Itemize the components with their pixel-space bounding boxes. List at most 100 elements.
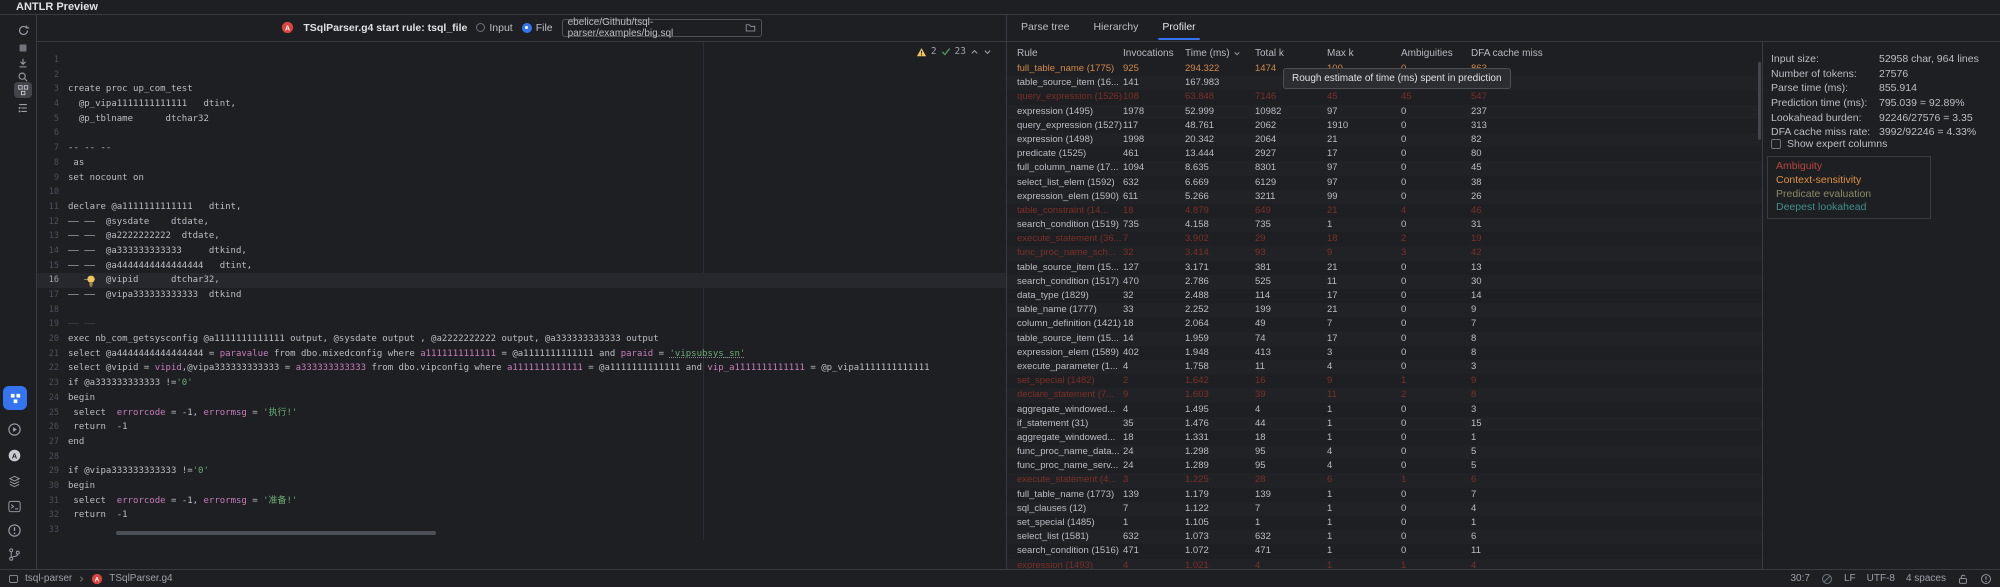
services-layers-icon[interactable] — [5, 472, 23, 490]
file-path-value[interactable]: ebelice/Github/tsql-parser/examples/big.… — [568, 17, 745, 39]
profiler-row[interactable]: table_source_item (15...1273.17138121013 — [1007, 261, 1763, 275]
profiler-row[interactable]: func_proc_name_sch...323.414939342 — [1007, 246, 1763, 260]
refresh-icon[interactable] — [14, 22, 32, 38]
editor-line[interactable]: 16 —— @vipid dtchar32, — [37, 273, 1006, 288]
column-header[interactable]: DFA cache miss — [1471, 48, 1763, 59]
run-toolwindow-icon[interactable] — [5, 420, 23, 438]
chevron-down-icon[interactable] — [983, 48, 992, 56]
profiler-row[interactable]: select_list_elem (1592)6326.669612997038 — [1007, 176, 1763, 190]
editor-line[interactable]: 6 — [37, 126, 1006, 141]
editor-line[interactable]: 20exec nb_com_getsysconfig @a11111111111… — [37, 332, 1006, 347]
profiler-row[interactable]: data_type (1829)322.48811417014 — [1007, 289, 1763, 303]
editor-line[interactable]: 26 return -1 — [37, 420, 1006, 435]
editor-line[interactable]: 29if @vipa333333333333 !='0' — [37, 464, 1006, 479]
editor-line[interactable]: 22select @vipid = vipid,@vipa33333333333… — [37, 361, 1006, 376]
column-header[interactable]: Rule — [1017, 48, 1123, 59]
notifications-icon[interactable] — [1980, 573, 1992, 585]
profiler-row[interactable]: query_expression (1527)11748.76120621910… — [1007, 119, 1763, 133]
editor-line[interactable]: 19—— —— — [37, 317, 1006, 332]
folder-icon[interactable] — [745, 22, 756, 33]
editor-line[interactable]: 14—— —— @a333333333333 dtkind, — [37, 244, 1006, 259]
breadcrumb-file[interactable]: TSqlParser.g4 — [109, 573, 172, 584]
editor-line[interactable]: 12—— —— @sysdate dtdate, — [37, 215, 1006, 230]
profiler-row[interactable]: execute_statement (4...31.22528616 — [1007, 473, 1763, 487]
profiler-row[interactable]: expression_elem (1590)6115.266321199026 — [1007, 190, 1763, 204]
editor-line[interactable]: 23if @a333333333333 !='0' — [37, 376, 1006, 391]
tab-profiler[interactable]: Profiler — [1162, 14, 1195, 40]
editor-line[interactable]: 17—— —— @vipa333333333333 dtkind — [37, 288, 1006, 303]
editor-line[interactable]: 10 — [37, 185, 1006, 200]
tab-hierarchy[interactable]: Hierarchy — [1093, 14, 1138, 40]
file-radio-circle[interactable] — [522, 23, 532, 33]
indent-style[interactable]: 4 spaces — [1906, 573, 1946, 584]
file-radio-label[interactable]: File — [536, 22, 553, 34]
profiler-row[interactable]: expression (1498)199820.342206421082 — [1007, 133, 1763, 147]
editor-line[interactable]: 28 — [37, 450, 1006, 465]
profiler-row[interactable]: column_definition (1421)182.06449707 — [1007, 317, 1763, 331]
profiler-row[interactable]: table_constraint (14...184.87964921446 — [1007, 204, 1763, 218]
editor-line[interactable]: 9set nocount on — [37, 171, 1006, 186]
editor-line[interactable]: 21select @a4444444444444444 = paravalue … — [37, 347, 1006, 362]
profiler-row[interactable]: full_table_name (1773)1391.179139107 — [1007, 488, 1763, 502]
profiler-row[interactable]: func_proc_name_serv...241.28995405 — [1007, 459, 1763, 473]
terminal-icon[interactable] — [5, 497, 23, 515]
column-header[interactable]: Ambiguities — [1401, 48, 1471, 59]
editor-line[interactable]: 18 — [37, 303, 1006, 318]
column-header[interactable]: Max k — [1327, 48, 1401, 59]
editor-line[interactable]: 31 select errorcode = -1, errormsg = '准备… — [37, 494, 1006, 509]
profiler-row[interactable]: aggregate_windowed...41.4954103 — [1007, 403, 1763, 417]
checkbox-box[interactable] — [1771, 139, 1781, 149]
file-path-input[interactable]: ebelice/Github/tsql-parser/examples/big.… — [562, 19, 762, 37]
checkbox-label[interactable]: Show expert columns — [1787, 138, 1887, 150]
input-radio-circle[interactable] — [476, 23, 485, 32]
chevron-up-icon[interactable] — [970, 48, 979, 56]
table-header[interactable]: RuleInvocationsTime (ms)Total kMax kAmbi… — [1007, 44, 1763, 62]
code-editor[interactable]: 123create proc up_com_test4 @p_vipa11111… — [37, 42, 1006, 540]
editor-line[interactable]: 5 @p_tblname dtchar32 — [37, 112, 1006, 127]
editor-line[interactable]: 24begin — [37, 391, 1006, 406]
intention-bulb-icon[interactable] — [86, 275, 96, 288]
profiler-row[interactable]: full_column_name (17...10948.63583019704… — [1007, 161, 1763, 175]
profiler-row[interactable]: select_list (1581)6321.073632106 — [1007, 530, 1763, 544]
caret-position[interactable]: 30:7 — [1790, 573, 1809, 584]
inspection-widget[interactable]: 2 23 — [916, 46, 992, 57]
profiler-row[interactable]: set_special (1485)11.1051101 — [1007, 516, 1763, 530]
profiler-toggle-icon[interactable] — [14, 82, 32, 98]
profiler-row[interactable]: if_statement (31)351.476441015 — [1007, 417, 1763, 431]
editor-line[interactable]: 1 — [37, 53, 1006, 68]
profiler-row[interactable]: search_condition (1517)4702.78652511030 — [1007, 275, 1763, 289]
profiler-row[interactable]: aggregate_windowed...181.33118101 — [1007, 431, 1763, 445]
profiler-row[interactable]: func_proc_name_data...241.29895405 — [1007, 445, 1763, 459]
profiler-row[interactable]: query_expression (1526)10863.84871464545… — [1007, 90, 1763, 104]
tab-parse-tree[interactable]: Parse tree — [1021, 14, 1069, 40]
lock-icon[interactable] — [1957, 573, 1969, 585]
editor-line[interactable]: 8 as — [37, 156, 1006, 171]
column-header[interactable]: Total k — [1255, 48, 1327, 59]
git-branch-icon[interactable] — [5, 545, 23, 563]
profiler-row[interactable]: execute_parameter (1...41.75811403 — [1007, 360, 1763, 374]
antlr-toolwindow-icon[interactable]: A — [5, 446, 23, 464]
problems-icon[interactable] — [5, 521, 23, 539]
profiler-row[interactable]: execute_statement (36...73.9022918219 — [1007, 232, 1763, 246]
file-encoding[interactable]: UTF-8 — [1867, 573, 1895, 584]
file-radio[interactable]: File — [522, 22, 553, 34]
profiler-row[interactable]: table_name (1777)332.2521992109 — [1007, 303, 1763, 317]
profiler-row[interactable]: declare_statement (7...91.603391128 — [1007, 388, 1763, 402]
profiler-row[interactable]: expression (1495)197852.99910982970237 — [1007, 105, 1763, 119]
input-radio[interactable]: Input — [476, 22, 512, 34]
editor-line[interactable]: 11declare @a1111111111111 dtint, — [37, 200, 1006, 215]
editor-line[interactable]: 2 — [37, 68, 1006, 83]
editor-line[interactable]: 3create proc up_com_test — [37, 82, 1006, 97]
profiler-row[interactable]: predicate (1525)46113.444292717080 — [1007, 147, 1763, 161]
editor-line[interactable]: 25 select errorcode = -1, errormsg = '执行… — [37, 406, 1006, 421]
profiler-row[interactable]: search_condition (1516)4711.0724711011 — [1007, 544, 1763, 558]
stop-icon[interactable] — [14, 40, 32, 56]
highlighting-level-icon[interactable] — [1821, 573, 1833, 585]
profiler-row[interactable]: expression_elem (1589)4021.948413308 — [1007, 346, 1763, 360]
column-header[interactable]: Invocations — [1123, 48, 1185, 59]
editor-line[interactable]: 15—— —— @a4444444444444444 dtint, — [37, 259, 1006, 274]
editor-line[interactable]: 7-- -- -- — [37, 141, 1006, 156]
structure-icon[interactable] — [14, 100, 32, 116]
editor-line[interactable]: 13—— —— @a2222222222 dtdate, — [37, 229, 1006, 244]
antlr-preview-toolwindow-button[interactable] — [3, 386, 27, 410]
